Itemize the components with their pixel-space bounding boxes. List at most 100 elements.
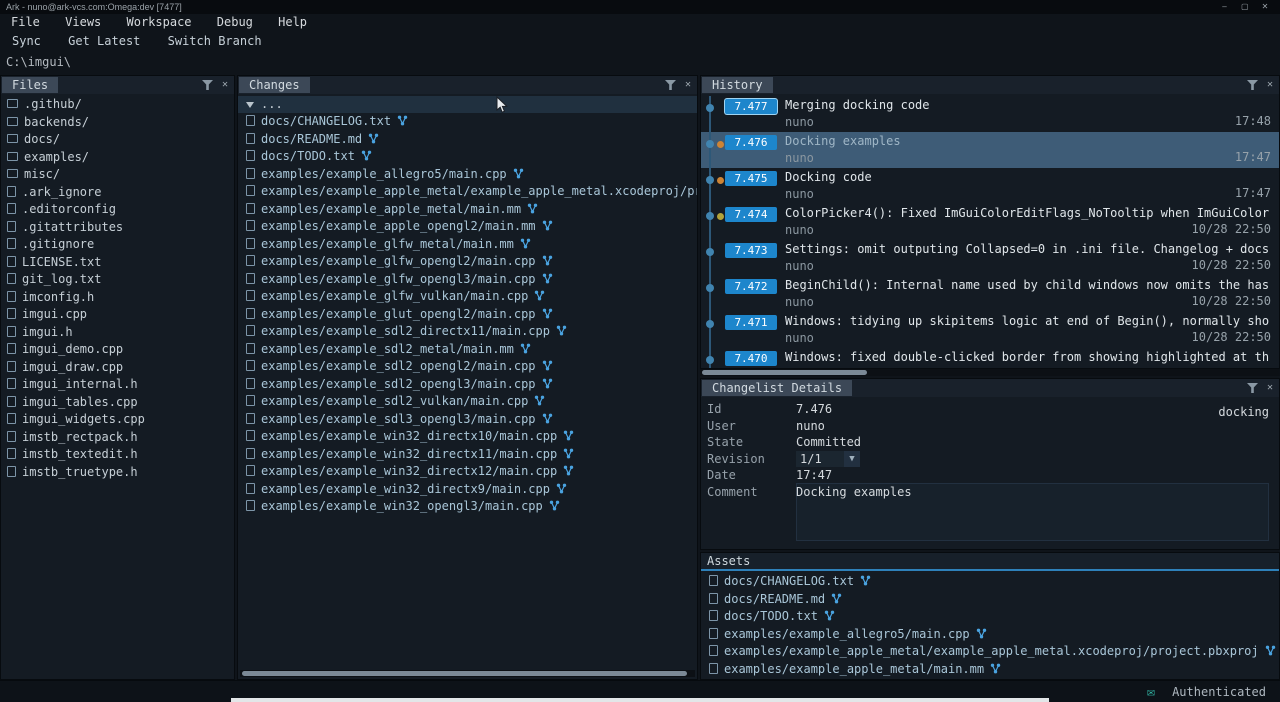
file-tree-item[interactable]: imgui_demo.cpp [1, 341, 234, 359]
changed-file-row[interactable]: examples/example_sdl2_metal/main.mm [238, 341, 697, 359]
close-button[interactable]: ✕ [1256, 0, 1274, 14]
file-tree-item[interactable]: .gitattributes [1, 219, 234, 237]
file-tree-item[interactable]: imgui_tables.cpp [1, 394, 234, 412]
file-tree-item[interactable]: .github/ [1, 96, 234, 114]
changed-file-row[interactable]: docs/TODO.txt [238, 148, 697, 166]
file-tree-item[interactable]: imgui_internal.h [1, 376, 234, 394]
expander-icon[interactable] [246, 102, 254, 108]
file-tree-item[interactable]: imgui.h [1, 324, 234, 342]
changed-file-row[interactable]: docs/README.md [238, 131, 697, 149]
changeset-row[interactable]: 7.470 Windows: fixed double-clicked bord… [701, 348, 1279, 368]
changed-file-row[interactable]: docs/CHANGELOG.txt [238, 113, 697, 131]
menu-item[interactable]: Views [56, 14, 110, 31]
changeset-id-badge[interactable]: 7.477 [725, 99, 777, 114]
menu-item[interactable]: Workspace [118, 14, 201, 31]
changeset-id-badge[interactable]: 7.470 [725, 351, 777, 366]
changed-file-row[interactable]: examples/example_apple_metal/main.mm [238, 201, 697, 219]
file-tree-item[interactable]: misc/ [1, 166, 234, 184]
details-panel-title[interactable]: Changelist Details [702, 380, 852, 396]
file-tree-item[interactable]: imconfig.h [1, 289, 234, 307]
changed-file-row[interactable]: examples/example_sdl2_vulkan/main.cpp [238, 393, 697, 411]
changeset-id-badge[interactable]: 7.476 [725, 135, 777, 150]
changeset-id-badge[interactable]: 7.473 [725, 243, 777, 258]
changeset-id-badge[interactable]: 7.471 [725, 315, 777, 330]
asset-row[interactable]: docs/TODO.txt [701, 608, 1279, 626]
changed-file-row[interactable]: examples/example_apple_opengl2/main.mm [238, 218, 697, 236]
revision-dropdown-arrow[interactable]: ▼ [844, 451, 860, 468]
close-panel-icon[interactable]: ✕ [682, 76, 694, 94]
file-tree-item[interactable]: imstb_rectpack.h [1, 429, 234, 447]
file-tree-item[interactable]: LICENSE.txt [1, 254, 234, 272]
filter-icon[interactable] [202, 80, 213, 90]
filter-icon[interactable] [665, 80, 676, 90]
changes-panel-title[interactable]: Changes [239, 77, 310, 93]
files-panel-title[interactable]: Files [2, 77, 58, 93]
history-horizontal-scrollbar[interactable] [700, 369, 1280, 376]
close-panel-icon[interactable]: ✕ [1264, 76, 1276, 94]
file-tree-item[interactable]: git_log.txt [1, 271, 234, 289]
asset-row[interactable]: docs/CHANGELOG.txt [701, 573, 1279, 591]
file-tree-item[interactable]: .gitignore [1, 236, 234, 254]
changed-file-row[interactable]: examples/example_win32_directx11/main.cp… [238, 446, 697, 464]
changeset-id-badge[interactable]: 7.475 [725, 171, 777, 186]
toolbar-button[interactable]: Sync [2, 32, 51, 51]
changed-file-row[interactable]: examples/example_glfw_opengl2/main.cpp [238, 253, 697, 271]
file-tree-item[interactable]: imstb_truetype.h [1, 464, 234, 482]
scrollbar-thumb[interactable] [702, 370, 867, 375]
changed-file-row[interactable]: examples/example_sdl2_opengl2/main.cpp [238, 358, 697, 376]
changed-file-row[interactable]: examples/example_glut_opengl2/main.cpp [238, 306, 697, 324]
asset-row[interactable]: docs/README.md [701, 591, 1279, 609]
file-tree-item[interactable]: examples/ [1, 149, 234, 167]
file-tree-item[interactable]: docs/ [1, 131, 234, 149]
changeset-row[interactable]: 7.472 BeginChild(): Internal name used b… [701, 276, 1279, 312]
filter-icon[interactable] [1247, 383, 1258, 393]
changeset-id-badge[interactable]: 7.472 [725, 279, 777, 294]
file-tree-item[interactable]: imgui.cpp [1, 306, 234, 324]
toolbar-button[interactable]: Get Latest [58, 32, 150, 51]
changeset-row[interactable]: 7.477 Merging docking code nuno 17:48 [701, 96, 1279, 132]
menu-item[interactable]: Debug [208, 14, 262, 31]
changed-file-row[interactable]: examples/example_sdl2_directx11/main.cpp [238, 323, 697, 341]
minimize-button[interactable]: – [1216, 0, 1234, 14]
changed-file-row[interactable]: examples/example_sdl2_opengl3/main.cpp [238, 376, 697, 394]
menu-item[interactable]: File [2, 14, 49, 31]
assets-header[interactable]: Assets [701, 553, 1279, 571]
changed-file-row[interactable]: examples/example_glfw_metal/main.mm [238, 236, 697, 254]
changeset-id-badge[interactable]: 7.474 [725, 207, 777, 222]
changed-file-row[interactable]: examples/example_sdl3_opengl3/main.cpp [238, 411, 697, 429]
history-panel-title[interactable]: History [702, 77, 773, 93]
file-tree-item[interactable]: .editorconfig [1, 201, 234, 219]
file-tree-item[interactable]: backends/ [1, 114, 234, 132]
changed-file-row[interactable]: examples/example_glfw_vulkan/main.cpp [238, 288, 697, 306]
close-panel-icon[interactable]: ✕ [1264, 379, 1276, 397]
changeset-row[interactable]: 7.474 ColorPicker4(): Fixed ImGuiColorEd… [701, 204, 1279, 240]
file-tree-item[interactable]: imstb_textedit.h [1, 446, 234, 464]
changed-file-row[interactable]: examples/example_win32_directx12/main.cp… [238, 463, 697, 481]
changeset-row[interactable]: 7.475 Docking code nuno 17:47 [701, 168, 1279, 204]
asset-row[interactable]: examples/example_apple_metal/main.mm [701, 661, 1279, 679]
filter-icon[interactable] [1247, 80, 1258, 90]
branch-graph-line [709, 204, 711, 240]
toolbar-button[interactable]: Switch Branch [158, 32, 272, 51]
changes-horizontal-scrollbar[interactable] [240, 670, 695, 677]
asset-row[interactable]: examples/example_allegro5/main.cpp [701, 626, 1279, 644]
close-panel-icon[interactable]: ✕ [219, 76, 231, 94]
file-tree-item[interactable]: imgui_draw.cpp [1, 359, 234, 377]
changed-file-row[interactable]: examples/example_apple_metal/example_app… [238, 183, 697, 201]
asset-row[interactable]: examples/example_apple_metal/example_app… [701, 643, 1279, 661]
changed-file-row[interactable]: examples/example_allegro5/main.cpp [238, 166, 697, 184]
changeset-row[interactable]: 7.476 Docking examples nuno 17:47 [701, 132, 1279, 168]
changed-file-row[interactable]: examples/example_win32_opengl3/main.cpp [238, 498, 697, 516]
changed-file-row[interactable]: examples/example_glfw_opengl3/main.cpp [238, 271, 697, 289]
changed-file-row[interactable]: examples/example_win32_directx10/main.cp… [238, 428, 697, 446]
maximize-button[interactable]: ▢ [1236, 0, 1254, 14]
detail-field-label: State [701, 434, 796, 451]
changed-file-row[interactable]: examples/example_win32_directx9/main.cpp [238, 481, 697, 499]
menu-item[interactable]: Help [269, 14, 316, 31]
file-tree-item[interactable]: imgui_widgets.cpp [1, 411, 234, 429]
file-tree-item[interactable]: .ark_ignore [1, 184, 234, 202]
scrollbar-thumb[interactable] [242, 671, 687, 676]
changeset-row[interactable]: 7.471 Windows: tidying up skipitems logi… [701, 312, 1279, 348]
changeset-row[interactable]: 7.473 Settings: omit outputing Collapsed… [701, 240, 1279, 276]
changes-root-row[interactable]: ... [238, 96, 697, 113]
